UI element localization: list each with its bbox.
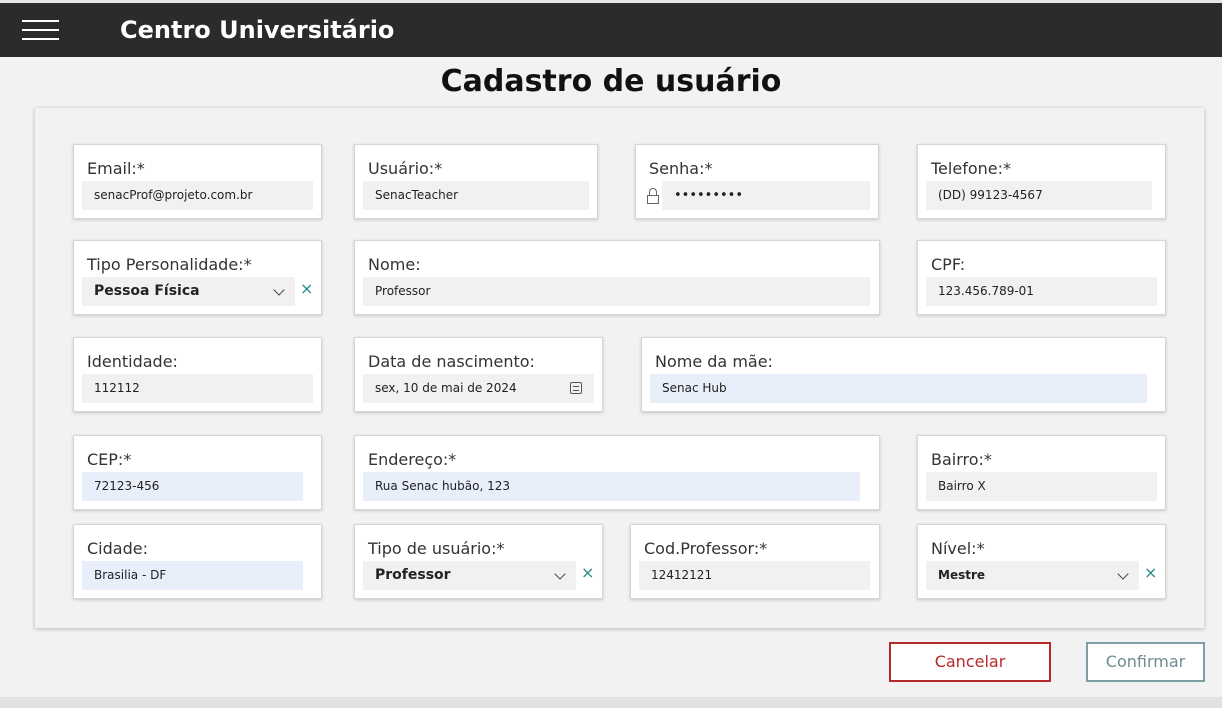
cidade-card: Cidade: Brasilia - DF	[73, 524, 322, 599]
clear-icon[interactable]: ×	[300, 279, 313, 298]
tipo-personalidade-value: Pessoa Física	[94, 283, 200, 299]
endereco-field[interactable]: Rua Senac hubão, 123	[363, 472, 860, 501]
cpf-label: CPF:	[931, 255, 966, 274]
email-field[interactable]: senacProf@projeto.com.br	[82, 181, 313, 210]
cep-card: CEP:* 72123-456	[73, 435, 322, 510]
nivel-label: Nível:*	[931, 539, 985, 558]
telefone-field[interactable]: (DD) 99123-4567	[926, 181, 1152, 210]
usuario-card: Usuário:* SenacTeacher	[354, 144, 598, 219]
nivel-value: Mestre	[938, 568, 986, 582]
nome-mae-field[interactable]: Senac Hub	[650, 374, 1147, 403]
cep-label: CEP:*	[87, 450, 132, 469]
nivel-card: Nível:* Mestre ×	[917, 524, 1166, 599]
cidade-field[interactable]: Brasilia - DF	[82, 561, 303, 590]
endereco-label: Endereço:*	[368, 450, 457, 469]
nome-label: Nome:	[368, 255, 421, 274]
chevron-down-icon	[556, 566, 564, 578]
data-nascimento-card: Data de nascimento: sex, 10 de mai de 20…	[354, 337, 603, 412]
nivel-dropdown[interactable]: Mestre	[926, 561, 1139, 590]
bairro-card: Bairro:* Bairro X	[917, 435, 1166, 510]
cod-professor-field[interactable]: 12412121	[639, 561, 870, 590]
telefone-label: Telefone:*	[931, 159, 1011, 178]
tipo-usuario-dropdown[interactable]: Professor	[363, 561, 576, 590]
chevron-down-icon	[1119, 566, 1127, 578]
email-label: Email:*	[87, 159, 145, 178]
usuario-field[interactable]: SenacTeacher	[363, 181, 589, 210]
nome-mae-label: Nome da mãe:	[655, 352, 773, 371]
hamburger-menu-icon[interactable]	[22, 19, 59, 41]
page-title: Cadastro de usuário	[440, 64, 782, 99]
form-panel: Email:* senacProf@projeto.com.br Usuário…	[35, 108, 1204, 628]
identidade-card: Identidade: 112112	[73, 337, 322, 412]
tipo-usuario-label: Tipo de usuário:*	[368, 539, 505, 558]
bottom-scroll-strip	[0, 697, 1222, 708]
tipo-personalidade-dropdown[interactable]: Pessoa Física	[82, 277, 295, 306]
cpf-card: CPF: 123.456.789-01	[917, 240, 1166, 315]
cancel-button[interactable]: Cancelar	[889, 642, 1051, 682]
nome-field[interactable]: Professor	[363, 277, 870, 306]
usuario-label: Usuário:*	[368, 159, 443, 178]
bairro-field[interactable]: Bairro X	[926, 472, 1157, 501]
data-nascimento-label: Data de nascimento:	[368, 352, 535, 371]
tipo-personalidade-card: Tipo Personalidade:* Pessoa Física ×	[73, 240, 322, 315]
clear-icon[interactable]: ×	[581, 563, 594, 582]
cod-professor-card: Cod.Professor:* 12412121	[630, 524, 880, 599]
tipo-usuario-value: Professor	[375, 567, 451, 583]
nome-mae-card: Nome da mãe: Senac Hub	[641, 337, 1166, 412]
cod-professor-label: Cod.Professor:*	[644, 539, 768, 558]
top-bar: Centro Universitário	[0, 0, 1222, 57]
confirm-button[interactable]: Confirmar	[1086, 642, 1205, 682]
identidade-label: Identidade:	[87, 352, 178, 371]
nome-card: Nome: Professor	[354, 240, 880, 315]
clear-icon[interactable]: ×	[1144, 563, 1157, 582]
senha-label: Senha:*	[649, 159, 713, 178]
cep-field[interactable]: 72123-456	[82, 472, 303, 501]
telefone-card: Telefone:* (DD) 99123-4567	[917, 144, 1166, 219]
email-card: Email:* senacProf@projeto.com.br	[73, 144, 322, 219]
tipo-usuario-card: Tipo de usuário:* Professor ×	[354, 524, 603, 599]
calendar-icon[interactable]	[570, 382, 582, 394]
bairro-label: Bairro:*	[931, 450, 992, 469]
app-title: Centro Universitário	[120, 16, 395, 44]
data-nascimento-picker[interactable]: sex, 10 de mai de 2024	[363, 374, 594, 403]
chevron-down-icon	[275, 282, 283, 294]
cpf-field[interactable]: 123.456.789-01	[926, 277, 1157, 306]
tipo-personalidade-label: Tipo Personalidade:*	[87, 255, 252, 274]
identidade-field[interactable]: 112112	[82, 374, 313, 403]
endereco-card: Endereço:* Rua Senac hubão, 123	[354, 435, 880, 510]
lock-icon	[647, 188, 659, 204]
data-nascimento-value: sex, 10 de mai de 2024	[375, 381, 517, 395]
senha-field[interactable]: •••••••••	[662, 181, 870, 210]
senha-card: Senha:* •••••••••	[635, 144, 879, 219]
cidade-label: Cidade:	[87, 539, 148, 558]
